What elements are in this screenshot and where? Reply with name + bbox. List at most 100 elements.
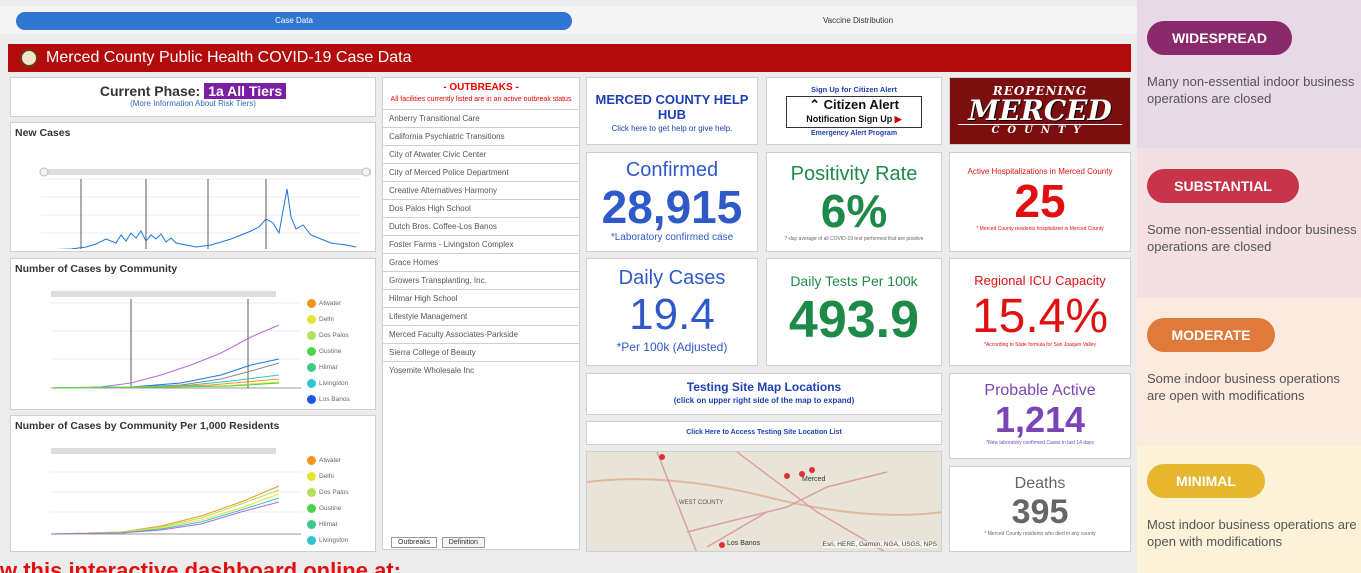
tab-definition[interactable]: Definition: [441, 537, 485, 548]
testing-site-map[interactable]: Merced Los Banos WEST COUNTY Esri, HERE,…: [586, 451, 942, 552]
legend-item[interactable]: Hilmar: [307, 520, 338, 529]
list-item[interactable]: Lifestyle Management: [383, 307, 579, 325]
tier-pill: WIDESPREAD: [1147, 21, 1292, 55]
map-label: WEST COUNTY: [679, 500, 724, 506]
citizen-alert-heading: Sign Up for Citizen Alert: [811, 85, 897, 94]
range-slider[interactable]: [41, 169, 371, 175]
legend-item[interactable]: Los Banos: [307, 395, 350, 404]
list-item[interactable]: Creative Alternatives Harmony: [383, 181, 579, 199]
positivity-value: 6%: [820, 185, 888, 237]
card-title: Positivity Rate: [790, 163, 918, 185]
tier-pill: SUBSTANTIAL: [1147, 169, 1299, 203]
list-item[interactable]: Growers Transplanting, Inc.: [383, 271, 579, 289]
help-hub-link[interactable]: MERCED COUNTY HELP HUB Click here to get…: [586, 77, 758, 145]
positivity-card: Positivity Rate 6% 7-day average of all …: [766, 152, 942, 252]
tier-description: Most indoor business operations are open…: [1147, 517, 1357, 549]
list-item[interactable]: Hilmar High School: [383, 289, 579, 307]
range-slider[interactable]: [51, 448, 276, 454]
list-item[interactable]: Dos Palos High School: [383, 199, 579, 217]
legend-swatch-icon: [307, 347, 316, 356]
citizen-alert-button[interactable]: ⌃ Citizen Alert Notification Sign Up ▶: [786, 96, 922, 128]
legend-item[interactable]: Atwater: [307, 299, 341, 308]
list-item[interactable]: Yosemite Wholesale Inc: [383, 361, 579, 379]
page-title: Merced County Public Health COVID-19 Cas…: [46, 49, 412, 66]
card-title: Probable Active: [984, 382, 1096, 399]
risk-tier-substantial: SUBSTANTIAL Some non-essential indoor bu…: [1137, 148, 1361, 298]
per1000-plot: [50, 448, 301, 535]
legend-item[interactable]: Delhi: [307, 472, 334, 481]
outbreaks-subtitle: All facilities currently listed are in a…: [390, 96, 572, 103]
range-slider-handle-right[interactable]: [361, 167, 371, 177]
legend-item[interactable]: Gustine: [307, 504, 341, 513]
tier-description: Some non-essential indoor business opera…: [1147, 222, 1357, 254]
list-item[interactable]: City of Atwater Civic Center: [383, 145, 579, 163]
card-note: *New laboratory confirmed Cases in last …: [986, 440, 1094, 446]
outbreaks-tabs: Outbreaks Definition: [391, 531, 485, 548]
phase-label: Current Phase:: [99, 83, 201, 99]
icu-capacity-card: Regional ICU Capacity 15.4% *According t…: [949, 258, 1131, 366]
list-item[interactable]: California Psychiatric Transitions: [383, 127, 579, 145]
reopening-merced-logo[interactable]: REOPENING MERCED COUNTY: [949, 77, 1131, 145]
card-title: Daily Tests Per 100k: [790, 273, 918, 289]
dashboard: Case Data Vaccine Distribution Merced Co…: [0, 0, 1137, 573]
outbreaks-title: - OUTBREAKS -: [443, 82, 519, 93]
tab-case-data[interactable]: Case Data: [16, 12, 572, 30]
citizen-alert-btn-label: Notification Sign Up: [806, 114, 893, 124]
citizen-alert-panel[interactable]: Sign Up for Citizen Alert ⌃ Citizen Aler…: [766, 77, 942, 145]
legend-swatch-icon: [307, 456, 316, 465]
cases-per-1000-chart: Number of Cases by Community Per 1,000 R…: [10, 415, 376, 552]
confirmed-card: Confirmed 28,915 *Laboratory confirmed c…: [586, 152, 758, 252]
map-credit: Esri, HERE, Garmin, NGA, USGS, NPS: [822, 541, 937, 548]
legend-swatch-icon: [307, 363, 316, 372]
daily-tests-card: Daily Tests Per 100k 493.9: [766, 258, 942, 366]
list-item[interactable]: Sierra College of Beauty: [383, 343, 579, 361]
list-item[interactable]: Grace Homes: [383, 253, 579, 271]
legend-item[interactable]: Hilmar: [307, 363, 338, 372]
cases-by-community-chart: Number of Cases by Community Atwater Del…: [10, 258, 376, 410]
card-title: Confirmed: [625, 159, 719, 181]
dashboard-url-caption: w this interactive dashboard online at:: [0, 558, 401, 573]
legend-item[interactable]: Gustine: [307, 347, 341, 356]
list-item[interactable]: Merced Faculty Associates-Parkside: [383, 325, 579, 343]
testing-list-link[interactable]: Click Here to Access Testing Site Locati…: [586, 421, 942, 445]
range-slider-handle-left[interactable]: [39, 167, 49, 177]
legend-item[interactable]: Atwater: [307, 456, 341, 465]
legend-item[interactable]: Delhi: [307, 315, 334, 324]
testing-site-subtitle: (click on upper right side of the map to…: [673, 396, 855, 405]
phase-tier-badge: 1a All Tiers: [204, 83, 287, 99]
card-title: Daily Cases: [618, 267, 726, 289]
list-item[interactable]: Dutch Bros. Coffee-Los Banos: [383, 217, 579, 235]
tier-description: Many non-essential indoor business opera…: [1147, 74, 1355, 106]
county-seal-icon: [20, 49, 38, 67]
list-item[interactable]: City of Merced Police Department: [383, 163, 579, 181]
legend-item[interactable]: Livingston: [307, 379, 348, 388]
testing-site-title: Testing Site Map Locations: [686, 380, 842, 394]
legend-item[interactable]: Dos Palos: [307, 331, 349, 340]
risk-tier-minimal: MINIMAL Most indoor business operations …: [1137, 446, 1361, 573]
hospitalizations-card: Active Hospitalizations in Merced County…: [949, 152, 1131, 252]
card-note: * Merced County residents who died in an…: [984, 531, 1096, 537]
tab-outbreaks[interactable]: Outbreaks: [391, 537, 438, 548]
legend-swatch-icon: [307, 331, 316, 340]
probable-active-card: Probable Active 1,214 *New laboratory co…: [949, 373, 1131, 459]
header-bar: Merced County Public Health COVID-19 Cas…: [8, 44, 1131, 72]
card-note: 7-day average of all COVID-19 test perfo…: [784, 236, 924, 242]
list-item[interactable]: Anberry Transitional Care: [383, 109, 579, 127]
risk-tiers-link[interactable]: (More Information About Risk Tiers): [11, 99, 375, 108]
probable-active-value: 1,214: [994, 399, 1086, 440]
tab-vaccine-distribution[interactable]: Vaccine Distribution: [580, 12, 1136, 30]
chart-title: Number of Cases by Community Per 1,000 R…: [15, 420, 280, 432]
new-cases-chart: New Cases: [10, 122, 376, 252]
legend-item[interactable]: Livingston: [307, 536, 348, 545]
range-slider[interactable]: [51, 291, 276, 297]
legend-item[interactable]: Dos Palos: [307, 488, 349, 497]
logo-line2: MERCED: [968, 94, 1112, 127]
icu-value: 15.4%: [971, 290, 1109, 343]
help-hub-title: MERCED COUNTY HELP HUB: [595, 92, 749, 122]
citizen-alert-footer: Emergency Alert Program: [810, 130, 898, 137]
risk-tier-moderate: MODERATE Some indoor business operations…: [1137, 298, 1361, 446]
map-label: Los Banos: [727, 540, 761, 547]
legend-swatch-icon: [307, 520, 316, 529]
list-item[interactable]: Foster Farms - Livingston Complex: [383, 235, 579, 253]
outbreaks-panel: - OUTBREAKS - All facilities currently l…: [382, 77, 580, 550]
